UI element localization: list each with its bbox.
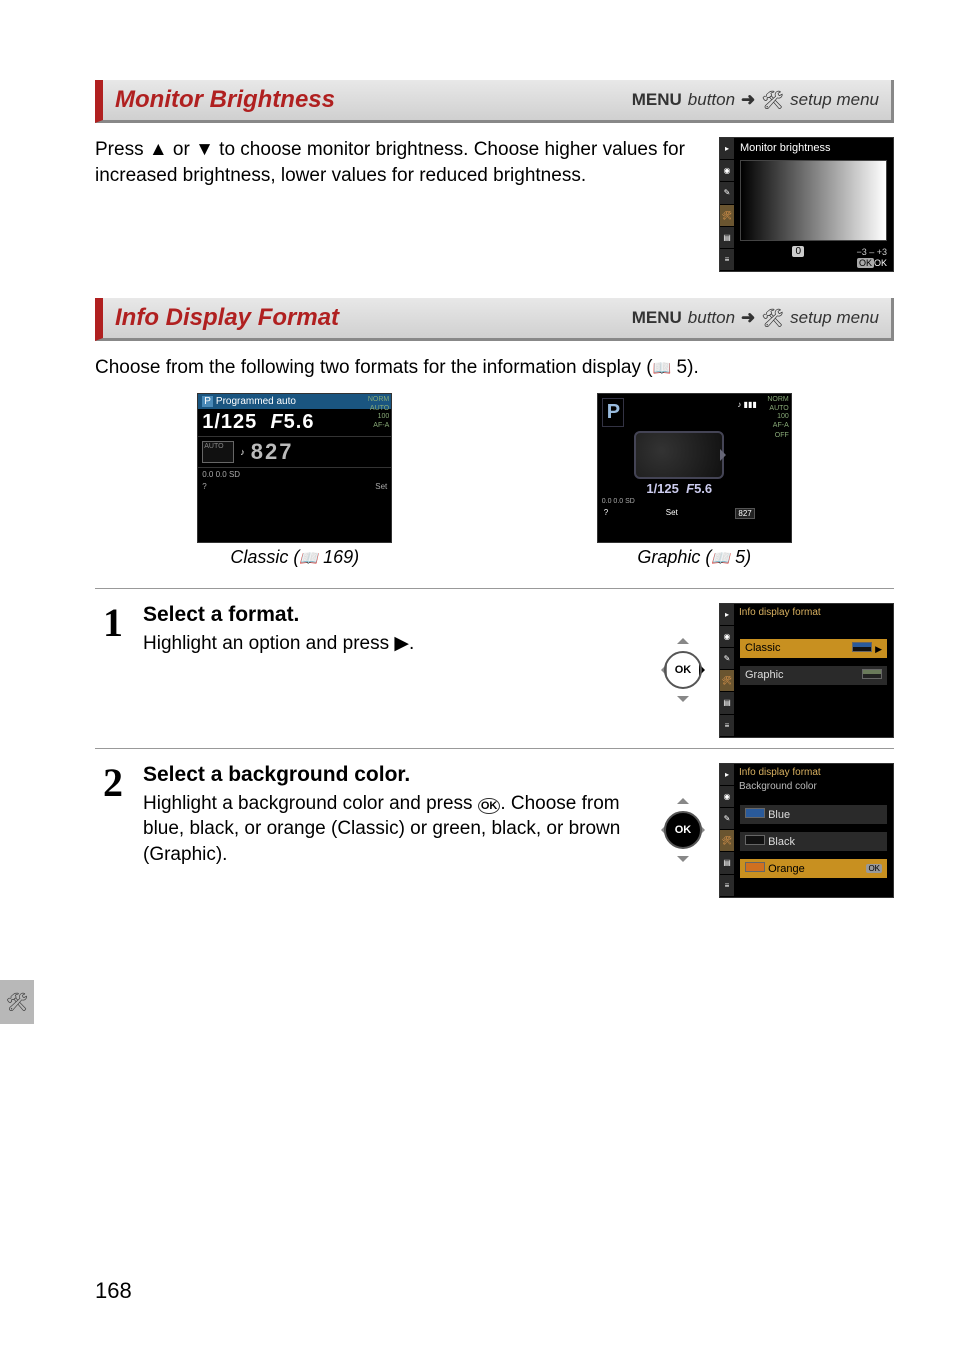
button-word: button <box>688 90 735 110</box>
list-item-orange: OrangeOK <box>740 859 887 878</box>
classic-shutter: 1/125 <box>202 411 257 433</box>
menu-button-label: MENU <box>632 308 682 328</box>
monitor-brightness-body: Press ▲ or ▼ to choose monitor brightnes… <box>95 137 699 188</box>
graphic-caption: Graphic (📖 5) <box>637 547 751 568</box>
brightness-range: −3 – +3 <box>856 247 887 257</box>
menu-path: MENU button ➜ 🛠 setup menu <box>632 308 879 329</box>
list-item-blue: Blue <box>740 805 887 824</box>
section-title: Info Display Format <box>115 304 339 332</box>
list-header: Info display format <box>734 604 893 621</box>
page-number: 168 <box>95 1278 132 1304</box>
step-2-title: Select a background color. <box>143 763 643 787</box>
arrow-right-icon: ➜ <box>741 308 755 328</box>
classic-aperture: 5.6 <box>284 411 315 433</box>
section-info-display-format: Info Display Format MENU button ➜ 🛠 setu… <box>95 298 894 341</box>
list-item-classic: Classic ▶ <box>740 639 887 658</box>
book-icon: 📖 <box>711 550 730 567</box>
section-monitor-brightness: Monitor Brightness MENU button ➜ 🛠 setup… <box>95 80 894 123</box>
monitor-brightness-screenshot: ▸◉✎🛠▤≡ Monitor brightness 0 −3 – +3 OKOK <box>719 137 894 272</box>
menu-button-label: MENU <box>632 90 682 110</box>
step-1: 1 Select a format. Highlight an option a… <box>95 603 894 738</box>
list-header: Info display format <box>734 764 893 781</box>
graphic-side-indicators: NORM AUTO100 AF-A OFF <box>761 394 791 542</box>
step-1-text: Highlight an option and press ▶. <box>143 631 643 657</box>
graphic-shutter: 1/125 <box>646 481 679 496</box>
list-subheader: Background color <box>734 781 893 795</box>
info-intro: Choose from the following two formats fo… <box>95 355 894 381</box>
button-word: button <box>688 308 735 328</box>
ok-button-icon: OK <box>664 811 702 849</box>
setup-menu-label: setup menu <box>790 308 879 328</box>
list-item-graphic: Graphic <box>740 666 887 685</box>
af-area-icon: AUTO <box>202 441 234 463</box>
graphic-format-thumb: P ♪ ▮▮▮ 1/125 F5.6 0.0 0.0 SD ?Set827 NO… <box>597 393 792 568</box>
wrench-icon: 🛠 <box>6 992 29 1013</box>
step-1-title: Select a format. <box>143 603 643 627</box>
classic-caption: Classic (📖 169) <box>230 547 359 568</box>
step-number: 2 <box>95 763 131 898</box>
setup-menu-label: setup menu <box>790 90 879 110</box>
classic-mode: Programmed auto <box>216 396 296 407</box>
ok-marker: OK <box>857 258 874 268</box>
graphic-strip: 0.0 0.0 SD <box>602 496 757 507</box>
background-color-list-screenshot: ▸◉✎🛠▤≡ Info display format Background co… <box>719 763 894 898</box>
graphic-mode: P <box>602 398 624 427</box>
screenshot-side-tabs: ▸◉✎🛠▤≡ <box>720 138 734 271</box>
section-title: Monitor Brightness <box>115 86 335 114</box>
ok-inline-icon: OK <box>478 798 501 815</box>
brightness-gradient <box>740 160 887 241</box>
ok-button-icon: OK <box>664 651 702 689</box>
step-number: 1 <box>95 603 131 738</box>
multi-selector-icon: OK <box>655 792 711 868</box>
page-section-tab: 🛠 <box>0 980 34 1024</box>
multi-selector-icon: OK <box>655 632 711 708</box>
book-icon: 📖 <box>299 550 318 567</box>
graphic-aperture: 5.6 <box>694 481 712 496</box>
mode-dial-icon <box>634 431 724 479</box>
wrench-icon: 🛠 <box>761 90 784 111</box>
step-2-text: Highlight a background color and press O… <box>143 791 643 868</box>
classic-side-indicators: NORM AUTO100 AF-A <box>361 396 389 540</box>
graphic-screenshot: P ♪ ▮▮▮ 1/125 F5.6 0.0 0.0 SD ?Set827 NO… <box>597 393 792 543</box>
intro-pre: Choose from the following two formats fo… <box>95 357 653 378</box>
graphic-shots: 827 <box>735 508 754 519</box>
menu-path: MENU button ➜ 🛠 setup menu <box>632 90 879 111</box>
beep-icon: ♪ <box>240 447 245 457</box>
info-display-format-list-screenshot: ▸◉✎🛠▤≡ Info display format Classic ▶ Gra… <box>719 603 894 738</box>
brightness-value: 0 <box>792 246 804 257</box>
list-item-black: Black <box>740 832 887 851</box>
classic-f: F <box>270 411 283 433</box>
classic-shots: 827 <box>251 439 294 465</box>
classic-screenshot: PProgrammed auto 1/125 F5.6 AUTO ♪ 827 0… <box>197 393 392 543</box>
classic-format-thumb: PProgrammed auto 1/125 F5.6 AUTO ♪ 827 0… <box>197 393 392 568</box>
brightness-slider: 0 −3 – +3 <box>734 243 893 258</box>
divider <box>95 748 894 749</box>
divider <box>95 588 894 589</box>
wrench-icon: 🛠 <box>761 308 784 329</box>
step-2: 2 Select a background color. Highlight a… <box>95 763 894 898</box>
ss-title: Monitor brightness <box>734 138 893 158</box>
arrow-right-icon: ➜ <box>741 90 755 110</box>
book-icon: 📖 <box>653 360 672 377</box>
intro-page: 5). <box>677 357 699 378</box>
